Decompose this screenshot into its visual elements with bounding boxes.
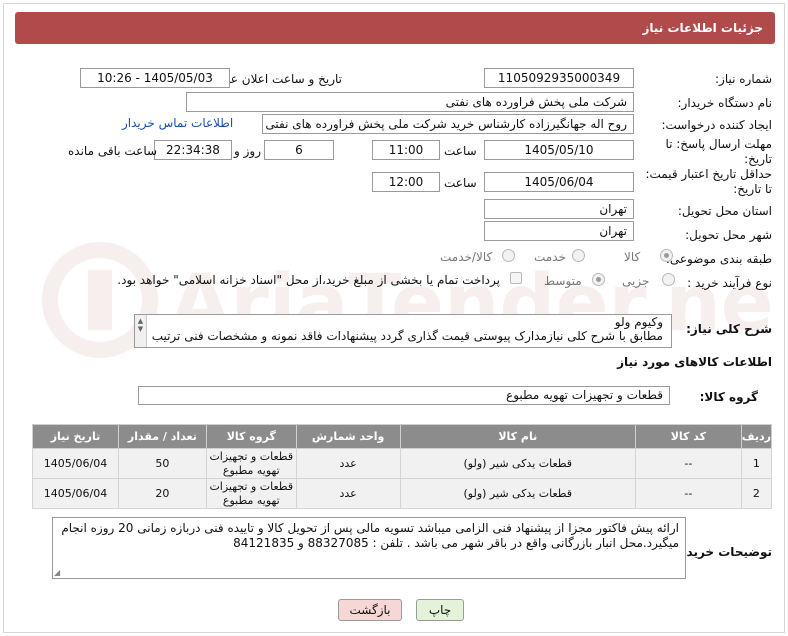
table-row: 1 -- قطعات یدکی شیر (ولو) عدد قطعات و تج… (32, 448, 773, 479)
deadline-time-field: 11:00 (372, 140, 440, 160)
deadline-time-word: ساعت (444, 144, 477, 158)
goods-group-field: قطعات و تجهیزات تهویه مطبوع (138, 386, 670, 405)
buyer-notes-text: ارائه پیش فاکتور مجزا از پیشنهاد فنی الز… (61, 521, 679, 550)
buyer-contact-link[interactable]: اطلاعات تماس خریدار (122, 116, 233, 130)
scroll-arrows-icon: ▲ ▼ (137, 317, 144, 333)
validity-date-field: 1405/06/04 (484, 172, 634, 192)
summary-textarea[interactable]: وکیوم ولو مطابق با شرح کلی نیازمدارک پیو… (134, 314, 672, 348)
cell-group: قطعات و تجهیزات تهویه مطبوع (205, 448, 297, 479)
cell-qty: 20 (118, 478, 207, 509)
validity-label: حداقل تاریخ اعتبار قیمت: تا تاریخ: (645, 167, 772, 196)
creator-label: ایجاد کننده درخواست: (661, 118, 772, 132)
need-number-field: 1105092935000349 (484, 68, 634, 88)
days-field: 6 (264, 140, 334, 160)
process-radio-medium[interactable] (592, 273, 605, 286)
col-unit: واحد شمارش (295, 424, 401, 449)
days-word: روز و (234, 144, 261, 158)
process-option-minor: جزیی (622, 274, 650, 288)
cell-code: -- (635, 478, 742, 509)
cell-row: 1 (740, 448, 773, 479)
resize-handle-icon[interactable]: ◢ (54, 568, 60, 577)
cell-unit: عدد (295, 448, 401, 479)
deadline-date-field: 1405/05/10 (484, 140, 634, 160)
remaining-word: ساعت باقی مانده (68, 144, 158, 158)
category-radio-goods[interactable] (660, 249, 673, 262)
summary-label: شرح کلی نیاز: (686, 322, 772, 336)
announce-field: 1405/05/03 - 10:26 (80, 68, 230, 88)
col-name: نام کالا (399, 424, 637, 449)
treasury-checkbox[interactable] (510, 272, 522, 284)
print-button[interactable]: چاپ (416, 599, 464, 621)
category-option-goods: کالا (624, 250, 641, 264)
category-label: طبقه بندی موضوعی: (665, 252, 772, 266)
cell-qty: 50 (118, 448, 207, 479)
process-label: نوع فرآیند خرید : (687, 276, 772, 290)
col-qty: تعداد / مقدار (118, 424, 207, 449)
cell-group: قطعات و تجهیزات تهویه مطبوع (205, 478, 297, 509)
category-option-service: خدمت (534, 250, 566, 264)
back-button[interactable]: بازگشت (338, 599, 402, 621)
goods-table: ردیف کد کالا نام کالا واحد شمارش گروه کا… (32, 424, 773, 509)
cell-date: 1405/06/04 (32, 448, 119, 479)
province-label: استان محل تحویل: (677, 204, 772, 218)
summary-line-1: وکیوم ولو (614, 315, 663, 329)
cell-unit: عدد (295, 478, 401, 509)
buyer-org-label: نام دستگاه خریدار: (677, 96, 773, 110)
payment-note: پرداخت تمام یا بخشی از مبلغ خرید،از محل … (117, 273, 500, 287)
validity-time-word: ساعت (444, 176, 477, 190)
validity-time-field: 12:00 (372, 172, 440, 192)
page-title: جزئیات اطلاعات نیاز (15, 12, 775, 44)
summary-line-2: مطابق با شرح کلی نیازمدارک پیوستی قیمت گ… (134, 329, 663, 343)
city-field: تهران (484, 221, 634, 241)
province-field: تهران (484, 199, 634, 219)
col-code: کد کالا (635, 424, 742, 449)
deadline-label: مهلت ارسال پاسخ: تا تاریخ: (665, 137, 772, 166)
buyer-org-field: شرکت ملی پخش فراورده های نفتی (186, 92, 634, 112)
process-option-medium: متوسط (544, 274, 582, 288)
need-number-label: شماره نیاز: (715, 72, 772, 86)
cell-name: قطعات یدکی شیر (ولو) (399, 478, 637, 509)
category-radio-goods-service[interactable] (502, 249, 515, 262)
cell-date: 1405/06/04 (32, 478, 119, 509)
cell-code: -- (635, 448, 742, 479)
summary-scrollbar[interactable]: ▲ ▼ (135, 315, 147, 347)
col-date: تاریخ نیاز (32, 424, 119, 449)
goods-group-label: گروه کالا: (699, 390, 758, 404)
cell-row: 2 (740, 478, 773, 509)
buyer-notes-textarea[interactable]: ارائه پیش فاکتور مجزا از پیشنهاد فنی الز… (52, 517, 686, 579)
creator-field: روح اله جهانگیرزاده کارشناس خرید شرکت مل… (262, 114, 634, 134)
cell-name: قطعات یدکی شیر (ولو) (399, 448, 637, 479)
process-radio-minor[interactable] (662, 273, 675, 286)
city-label: شهر محل تحویل: (685, 228, 772, 242)
goods-table-header: ردیف کد کالا نام کالا واحد شمارش گروه کا… (32, 424, 773, 449)
table-row: 2 -- قطعات یدکی شیر (ولو) عدد قطعات و تج… (32, 478, 773, 509)
col-row: ردیف (740, 424, 773, 449)
category-radio-service[interactable] (572, 249, 585, 262)
category-option-goods-service: کالا/خدمت (440, 250, 493, 264)
col-group: گروه کالا (205, 424, 297, 449)
remaining-time-field: 22:34:38 (154, 140, 232, 160)
goods-section-title: اطلاعات کالاهای مورد نیاز (617, 355, 772, 369)
